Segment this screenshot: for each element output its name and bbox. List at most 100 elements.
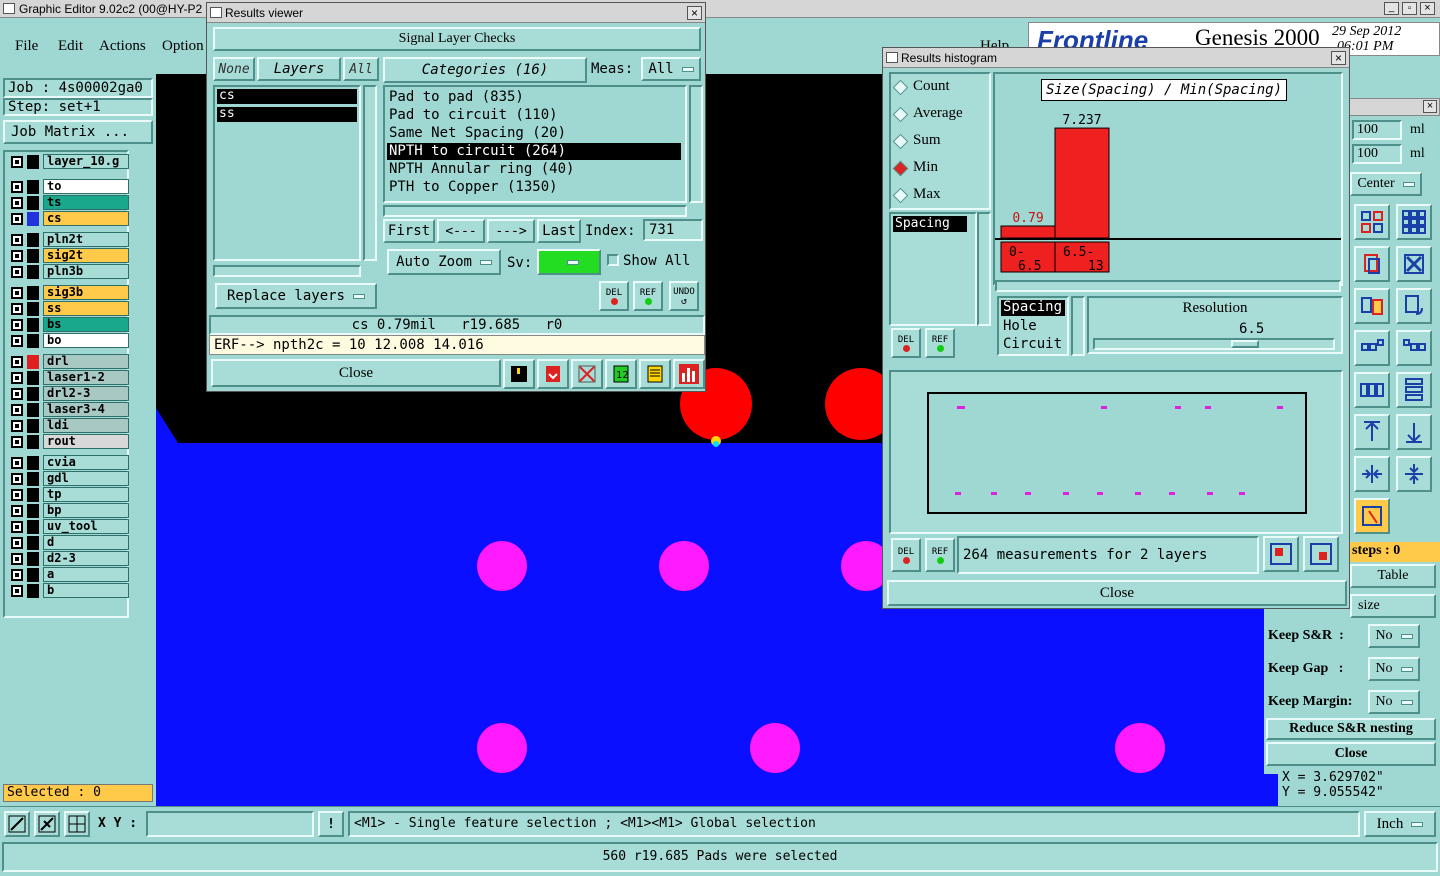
category-listbox[interactable]: Pad to pad (835) Pad to circuit (110) Same…	[383, 85, 687, 203]
layer-checkbox[interactable]	[11, 156, 23, 168]
layer-checkbox[interactable]	[11, 436, 23, 448]
swap-icon[interactable]	[1354, 288, 1390, 324]
option-radio[interactable]	[892, 79, 909, 96]
xy-input[interactable]	[146, 811, 314, 837]
layer-checkbox[interactable]	[11, 319, 23, 331]
layer-color-swatch[interactable]	[27, 488, 39, 502]
panel-grid-icon[interactable]	[1354, 204, 1390, 240]
meas-dropdown[interactable]: All	[641, 57, 701, 81]
histogram-icon[interactable]	[673, 359, 705, 389]
results-close-button[interactable]: Close	[211, 359, 501, 387]
category-item[interactable]: PTH to Copper (1350)	[387, 179, 681, 196]
layer-checkbox[interactable]	[11, 234, 23, 246]
squeeze-vertical-icon[interactable]	[1396, 456, 1432, 492]
layer-color-swatch[interactable]	[27, 212, 39, 226]
layer-checkbox[interactable]	[11, 287, 23, 299]
layer-name[interactable]: tp	[43, 487, 129, 502]
layer-color-swatch[interactable]	[27, 302, 39, 316]
minimize-icon[interactable]: _	[1384, 2, 1399, 15]
auto-zoom-dropdown[interactable]: Auto Zoom	[387, 249, 501, 275]
all-button[interactable]: All	[343, 57, 379, 81]
copy-icon[interactable]	[1354, 246, 1390, 282]
measure-tool-icon[interactable]	[34, 811, 60, 837]
sv-color-dropdown[interactable]	[537, 249, 601, 275]
resolution-slider[interactable]	[1093, 338, 1335, 350]
layer-name[interactable]: uv_tool	[43, 519, 129, 534]
zoom-selection-icon[interactable]	[1303, 536, 1339, 572]
ref-icon[interactable]: REF	[925, 328, 955, 358]
layer-name[interactable]: d2-3	[43, 551, 129, 566]
layer-checkbox[interactable]	[11, 303, 23, 315]
measure-list[interactable]: Spacing Hole Circuit	[997, 296, 1069, 356]
layer-name[interactable]: ts	[43, 195, 129, 210]
numbered-list-icon[interactable]: 12	[605, 359, 637, 389]
measure-item[interactable]: Spacing	[1001, 300, 1065, 316]
chart-hscroll[interactable]	[995, 280, 1341, 292]
layer-name[interactable]: sig2t	[43, 248, 129, 263]
layer-color-swatch[interactable]	[27, 403, 39, 417]
layer-checkbox[interactable]	[11, 213, 23, 225]
prev-button[interactable]: <---	[437, 219, 485, 243]
layer-name[interactable]: drl	[43, 354, 129, 369]
category-item[interactable]: NPTH to circuit (264)	[387, 143, 681, 160]
layer-name[interactable]: pln3b	[43, 264, 129, 279]
array-grid-icon[interactable]	[1396, 204, 1432, 240]
grid-tool-icon[interactable]	[64, 811, 90, 837]
category-item[interactable]: Pad to pad (835)	[387, 89, 681, 106]
category-item[interactable]: Same Net Spacing (20)	[387, 125, 681, 142]
categories-tab[interactable]: Categories (16)	[383, 57, 587, 83]
option-label[interactable]: Min	[913, 159, 938, 176]
close-icon[interactable]: ×	[1331, 51, 1346, 65]
layer-color-swatch[interactable]	[27, 355, 39, 369]
layer-checkbox[interactable]	[11, 197, 23, 209]
highlight-icon[interactable]	[1354, 498, 1390, 534]
category-hscroll[interactable]	[383, 205, 687, 217]
measure-item[interactable]: Circuit	[1003, 336, 1062, 352]
layer-color-swatch[interactable]	[27, 584, 39, 598]
layer-checkbox[interactable]	[11, 505, 23, 517]
layer-name[interactable]: laser1-2	[43, 370, 129, 385]
export-icon[interactable]	[537, 359, 569, 389]
first-button[interactable]: First	[383, 219, 435, 243]
next-button[interactable]: --->	[487, 219, 535, 243]
layer-color-swatch[interactable]	[27, 419, 39, 433]
menu-option[interactable]: Option	[162, 38, 204, 55]
layer-checkbox[interactable]	[11, 372, 23, 384]
layer-color-swatch[interactable]	[27, 196, 39, 210]
layer-checkbox[interactable]	[11, 335, 23, 347]
histogram-bar[interactable]	[1054, 127, 1110, 239]
layer-color-swatch[interactable]	[27, 371, 39, 385]
ref-icon[interactable]: REF	[925, 538, 955, 572]
option-radio[interactable]	[892, 106, 909, 123]
last-button[interactable]: Last	[537, 219, 581, 243]
layer-color-swatch[interactable]	[27, 520, 39, 534]
undo-icon[interactable]: UNDO ↺	[669, 281, 699, 311]
layer-color-swatch[interactable]	[27, 265, 39, 279]
layer-name[interactable]: to	[43, 179, 129, 194]
layer-checkbox[interactable]	[11, 404, 23, 416]
layer-name[interactable]: bo	[43, 333, 129, 348]
layer-vscroll[interactable]	[363, 85, 377, 261]
right-close-button[interactable]: Close	[1266, 742, 1436, 766]
index-input[interactable]: 731	[643, 219, 703, 241]
align-left-icon[interactable]	[1354, 330, 1390, 366]
layer-checkbox[interactable]	[11, 181, 23, 193]
layer-name[interactable]: b	[43, 583, 129, 598]
layer-color-swatch[interactable]	[27, 568, 39, 582]
popup-close-icon[interactable]: ×	[1423, 100, 1437, 113]
column-distribute-icon[interactable]	[1396, 372, 1432, 408]
squeeze-horizontal-icon[interactable]	[1354, 456, 1390, 492]
slider-thumb[interactable]	[1231, 340, 1259, 348]
layer-name[interactable]: drl2-3	[43, 386, 129, 401]
layer-name[interactable]: rout	[43, 434, 129, 449]
layer-color-swatch[interactable]	[27, 387, 39, 401]
reduce-sr-nesting-button[interactable]: Reduce S&R nesting	[1266, 718, 1436, 740]
layer-color-swatch[interactable]	[27, 472, 39, 486]
layer-hscroll[interactable]	[213, 265, 361, 277]
layer-color-swatch[interactable]	[27, 233, 39, 247]
menu-edit[interactable]: Edit	[58, 38, 83, 55]
menu-file[interactable]: File	[15, 38, 38, 55]
layer-checkbox[interactable]	[11, 388, 23, 400]
layer-color-swatch[interactable]	[27, 536, 39, 550]
unit-dropdown[interactable]: Inch	[1364, 811, 1436, 837]
